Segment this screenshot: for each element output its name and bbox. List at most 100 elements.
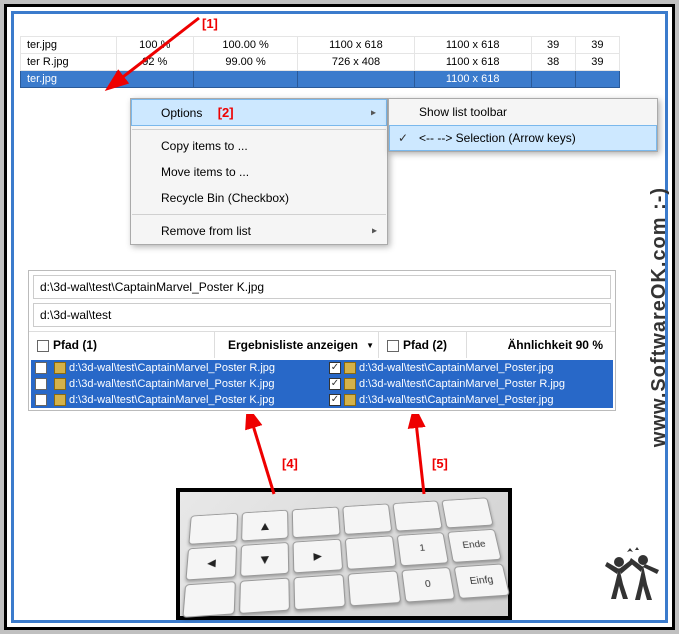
file-icon xyxy=(344,362,356,374)
insert-key: Einfg xyxy=(454,563,510,599)
file-icon xyxy=(344,394,356,406)
col-dim2: 1100 x 618 xyxy=(414,37,531,54)
path-left: d:\3d-wal\test\CaptainMarvel_Poster K.jp… xyxy=(69,394,274,406)
header-label: Pfad (1) xyxy=(53,338,97,352)
col-c1: 39 xyxy=(531,37,575,54)
row-checkbox-checked[interactable]: ✓ xyxy=(329,362,341,374)
path-right: d:\3d-wal\test\CaptainMarvel_Poster.jpg xyxy=(359,362,553,374)
top-file-table: ter.jpg 100 % 100.00 % 1100 x 618 1100 x… xyxy=(20,36,620,88)
file-icon xyxy=(54,378,66,390)
col-c2: 39 xyxy=(575,54,619,71)
dropdown-arrow-icon: ▼ xyxy=(366,341,374,350)
row-checkbox-checked[interactable]: ✓ xyxy=(329,378,341,390)
col-pct2: 99.00 % xyxy=(193,54,297,71)
annotation-2: [2] xyxy=(218,105,234,120)
screenshot-frame: ter.jpg 100 % 100.00 % 1100 x 618 1100 x… xyxy=(4,4,675,630)
arrow-right-key: ► xyxy=(293,539,343,573)
table-row-selected[interactable]: ter.jpg 1100 x 618 xyxy=(21,71,620,88)
col-dim1 xyxy=(298,71,415,88)
header-label: Ähnlichkeit 90 % xyxy=(508,338,603,352)
path-right: d:\3d-wal\test\CaptainMarvel_Poster.jpg xyxy=(359,394,553,406)
menu-label: Show list toolbar xyxy=(419,105,507,119)
list-item[interactable]: d:\3d-wal\test\CaptainMarvel_Poster K.jp… xyxy=(31,376,613,392)
options-submenu: Show list toolbar ✓ <-- --> Selection (A… xyxy=(388,98,658,152)
checkmark-icon: ✓ xyxy=(398,131,408,145)
path-left: d:\3d-wal\test\CaptainMarvel_Poster K.jp… xyxy=(69,378,274,390)
menu-separator xyxy=(132,129,386,130)
file-icon xyxy=(344,378,356,390)
menu-move-items[interactable]: Move items to ... xyxy=(131,159,387,185)
end-key: Ende xyxy=(448,529,502,562)
dancing-figures-icon xyxy=(597,544,667,614)
row-checkbox[interactable] xyxy=(35,362,47,374)
header-label: Pfad (2) xyxy=(403,338,447,352)
annotation-3: [3] xyxy=(672,131,675,146)
col-dim2: 1100 x 618 xyxy=(414,54,531,71)
context-menu: Options [2] ▸ Copy items to ... Move ite… xyxy=(130,98,388,245)
arrow-down-key: ▼ xyxy=(240,542,290,576)
row-checkbox[interactable] xyxy=(35,378,47,390)
menu-copy-items[interactable]: Copy items to ... xyxy=(131,133,387,159)
annotation-1: [1] xyxy=(202,16,218,31)
header-pfad1[interactable]: Pfad (1) xyxy=(29,332,215,358)
annotation-5: [5] xyxy=(432,456,448,471)
list-item[interactable]: d:\3d-wal\test\CaptainMarvel_Poster K.jp… xyxy=(31,392,613,408)
file-icon xyxy=(54,362,66,374)
menu-remove-from-list[interactable]: Remove from list ▸ xyxy=(131,218,387,244)
file-path-field[interactable]: d:\3d-wal\test\CaptainMarvel_Poster K.jp… xyxy=(33,275,611,299)
table-row[interactable]: ter.jpg 100 % 100.00 % 1100 x 618 1100 x… xyxy=(21,37,620,54)
header-similarity[interactable]: Ähnlichkeit 90 % xyxy=(467,332,615,358)
content-area: ter.jpg 100 % 100.00 % 1100 x 618 1100 x… xyxy=(11,11,668,623)
col-c1 xyxy=(531,71,575,88)
arrow-up-key: ▲ xyxy=(241,510,289,542)
submenu-arrow-selection[interactable]: ✓ <-- --> Selection (Arrow keys) [3] xyxy=(389,125,657,151)
col-dim2: 1100 x 618 xyxy=(414,71,531,88)
menu-options[interactable]: Options [2] ▸ xyxy=(131,99,387,126)
file-name: ter.jpg xyxy=(21,37,117,54)
col-dim1: 1100 x 618 xyxy=(298,37,415,54)
header-pfad2[interactable]: Pfad (2) xyxy=(379,332,467,358)
col-pct1 xyxy=(116,71,193,88)
bottom-panel: d:\3d-wal\test\CaptainMarvel_Poster K.jp… xyxy=(28,270,616,411)
row-checkbox-checked[interactable]: ✓ xyxy=(329,394,341,406)
watermark-text: www.SoftwareOK.com :-) xyxy=(648,187,671,447)
arrow-left-key: ◄ xyxy=(185,546,236,581)
checkbox-icon[interactable] xyxy=(37,340,49,352)
menu-label: Recycle Bin (Checkbox) xyxy=(161,191,289,205)
menu-label: Options xyxy=(161,106,202,120)
submenu-arrow-icon: ▸ xyxy=(371,107,376,118)
menu-recycle-bin[interactable]: Recycle Bin (Checkbox) xyxy=(131,185,387,211)
col-pct2: 100.00 % xyxy=(193,37,297,54)
column-headers: Pfad (1) Ergebnisliste anzeigen ▼ Pfad (… xyxy=(29,331,615,358)
menu-label: Remove from list xyxy=(161,224,251,238)
header-ergebnis[interactable]: Ergebnisliste anzeigen ▼ xyxy=(215,332,379,358)
col-pct2 xyxy=(193,71,297,88)
list-item[interactable]: d:\3d-wal\test\CaptainMarvel_Poster R.jp… xyxy=(31,360,613,376)
table-row[interactable]: ter R.jpg 92 % 99.00 % 726 x 408 1100 x … xyxy=(21,54,620,71)
submenu-show-toolbar[interactable]: Show list toolbar xyxy=(389,99,657,125)
numpad-key: 1 xyxy=(396,532,449,566)
col-pct1: 92 % xyxy=(116,54,193,71)
header-label: Ergebnisliste anzeigen xyxy=(228,338,358,352)
path-left: d:\3d-wal\test\CaptainMarvel_Poster R.jp… xyxy=(69,362,275,374)
col-dim1: 726 x 408 xyxy=(298,54,415,71)
folder-path-field[interactable]: d:\3d-wal\test xyxy=(33,303,611,327)
submenu-arrow-icon: ▸ xyxy=(372,226,377,237)
menu-label: Copy items to ... xyxy=(161,139,248,153)
col-pct1: 100 % xyxy=(116,37,193,54)
numpad-key: 0 xyxy=(401,567,456,603)
annotation-4: [4] xyxy=(282,456,298,471)
file-icon xyxy=(54,394,66,406)
keyboard-image: ▲ ◄▼► 1Ende 0Einfg xyxy=(176,488,512,620)
menu-separator xyxy=(132,214,386,215)
col-c2: 39 xyxy=(575,37,619,54)
path-right: d:\3d-wal\test\CaptainMarvel_Poster R.jp… xyxy=(359,378,565,390)
col-c2 xyxy=(575,71,619,88)
row-checkbox[interactable] xyxy=(35,394,47,406)
checkbox-icon[interactable] xyxy=(387,340,399,352)
file-name: ter.jpg xyxy=(21,71,117,88)
menu-label: Move items to ... xyxy=(161,165,249,179)
col-c1: 38 xyxy=(531,54,575,71)
menu-label: <-- --> Selection (Arrow keys) xyxy=(419,131,576,145)
file-name: ter R.jpg xyxy=(21,54,117,71)
